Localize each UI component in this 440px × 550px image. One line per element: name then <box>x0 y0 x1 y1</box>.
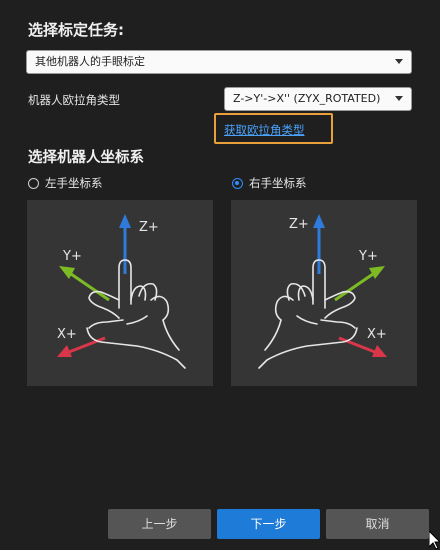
radio-left-label: 左手坐标系 <box>45 176 103 190</box>
right-hand-illustration: Z+ Y+ X+ <box>258 214 387 369</box>
x-axis-label: X+ <box>367 327 387 342</box>
calibration-method-value: 其他机器人的手眼标定 <box>35 55 145 68</box>
cancel-button[interactable]: 取消 <box>326 509 429 539</box>
task-title: 选择标定任务: <box>28 21 124 39</box>
euler-type-value: Z->Y'->X'' (ZYX_ROTATED) <box>233 92 381 105</box>
calibration-method-select[interactable]: 其他机器人的手眼标定 <box>26 50 412 74</box>
left-hand-diagram[interactable]: Z+ Y+ X+ <box>27 200 213 386</box>
get-euler-type-link[interactable]: 获取欧拉角类型 <box>224 122 305 138</box>
right-hand-diagram[interactable]: Z+ Y+ X+ <box>231 200 417 386</box>
left-hand-illustration: Z+ Y+ X+ <box>57 214 186 369</box>
euler-type-label: 机器人欧拉角类型 <box>28 93 120 107</box>
euler-type-select[interactable]: Z->Y'->X'' (ZYX_ROTATED) <box>224 87 412 111</box>
mouse-pointer-icon <box>429 531 440 550</box>
euler-link-highlight: 获取欧拉角类型 <box>214 113 333 144</box>
y-axis-label: Y+ <box>62 249 82 264</box>
radio-left-handed[interactable]: 左手坐标系 <box>28 175 103 191</box>
radio-right-label: 右手坐标系 <box>249 176 307 190</box>
z-axis-label: Z+ <box>289 217 309 232</box>
y-axis-label: Y+ <box>358 249 378 264</box>
z-axis-label: Z+ <box>139 220 159 235</box>
radio-unchecked-icon <box>28 177 39 189</box>
radio-right-handed[interactable]: 右手坐标系 <box>232 175 307 191</box>
coordinate-system-title: 选择机器人坐标系 <box>28 150 144 166</box>
chevron-down-icon <box>395 96 403 101</box>
radio-checked-icon <box>232 177 243 189</box>
x-axis-label: X+ <box>57 327 77 342</box>
chevron-down-icon <box>395 59 403 64</box>
previous-button[interactable]: 上一步 <box>108 509 211 539</box>
next-button[interactable]: 下一步 <box>217 509 320 539</box>
